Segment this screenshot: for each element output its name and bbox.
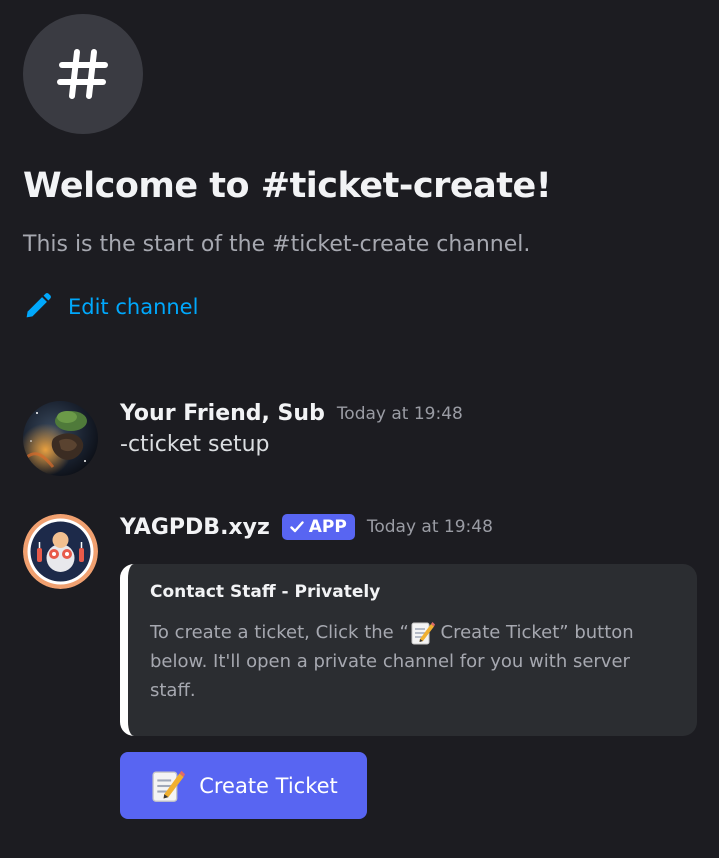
embed-title: Contact Staff - Privately: [150, 582, 381, 602]
welcome-subtitle: This is the start of the #ticket-create …: [23, 232, 531, 257]
memo-icon: [152, 770, 186, 802]
embed-desc-start: To create a ticket, Click the “: [150, 622, 409, 643]
app-badge-label: APP: [308, 517, 347, 537]
channel-icon: [23, 14, 143, 134]
bot-avatar-icon[interactable]: [23, 514, 98, 589]
create-ticket-label: Create Ticket: [199, 773, 338, 798]
checkmark-icon: [290, 521, 304, 533]
edit-channel-link[interactable]: Edit channel: [23, 292, 198, 321]
embed: Contact Staff - Privately To create a ti…: [120, 564, 697, 736]
memo-icon: [411, 622, 435, 645]
timestamp[interactable]: Today at 19:48: [367, 517, 493, 537]
edit-channel-label: Edit channel: [68, 294, 199, 319]
author-name[interactable]: YAGPDB.xyz: [120, 515, 270, 540]
hash-icon: [57, 49, 108, 99]
embed-description: To create a ticket, Click the “ Create T…: [150, 618, 675, 705]
message-text: -cticket setup: [120, 432, 270, 457]
pencil-icon: [26, 293, 51, 318]
author-name[interactable]: Your Friend, Sub: [120, 401, 325, 426]
welcome-title: Welcome to #ticket-create!: [23, 166, 552, 206]
app-badge: APP: [281, 514, 355, 540]
timestamp[interactable]: Today at 19:48: [337, 404, 463, 424]
create-ticket-button[interactable]: Create Ticket: [120, 752, 367, 819]
planet-avatar-icon[interactable]: [23, 401, 98, 476]
